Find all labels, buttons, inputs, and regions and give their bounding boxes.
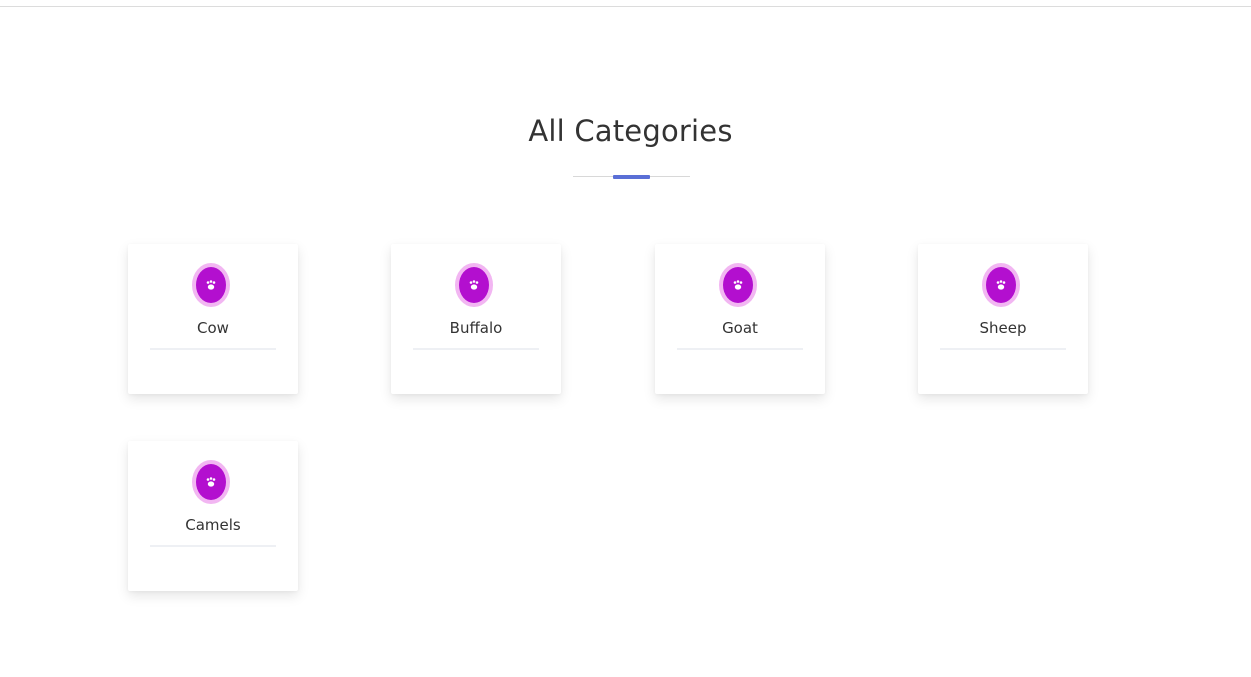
category-label: Goat bbox=[722, 319, 758, 337]
category-label: Buffalo bbox=[449, 319, 503, 337]
category-divider bbox=[677, 348, 803, 350]
category-card-camels[interactable]: Camels bbox=[128, 441, 298, 591]
paw-icon bbox=[196, 464, 226, 500]
category-card-goat[interactable]: Goat bbox=[655, 244, 825, 394]
category-label: Camels bbox=[185, 516, 241, 534]
category-icon-ring bbox=[192, 263, 230, 307]
paw-icon bbox=[196, 267, 226, 303]
category-divider bbox=[150, 348, 276, 350]
title-accent-bar bbox=[613, 175, 650, 179]
paw-icon bbox=[459, 267, 489, 303]
category-icon-ring bbox=[982, 263, 1020, 307]
category-card-sheep[interactable]: Sheep bbox=[918, 244, 1088, 394]
category-divider bbox=[150, 545, 276, 547]
category-icon-ring bbox=[192, 460, 230, 504]
category-card-cow[interactable]: Cow bbox=[128, 244, 298, 394]
paw-icon bbox=[723, 267, 753, 303]
category-icon-ring bbox=[719, 263, 757, 307]
category-card-buffalo[interactable]: Buffalo bbox=[391, 244, 561, 394]
paw-icon bbox=[986, 267, 1016, 303]
category-divider bbox=[413, 348, 539, 350]
header-divider bbox=[0, 6, 1251, 7]
category-icon-ring bbox=[455, 263, 493, 307]
section-title: All Categories bbox=[528, 114, 733, 148]
category-divider bbox=[940, 348, 1066, 350]
category-label: Cow bbox=[197, 319, 229, 337]
category-label: Sheep bbox=[979, 319, 1027, 337]
